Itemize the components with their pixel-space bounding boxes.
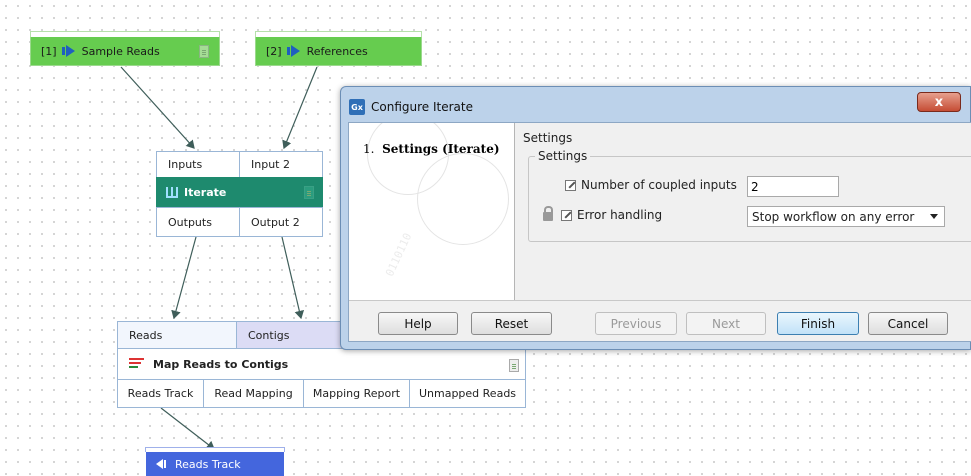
- node-tab-strip: [255, 31, 422, 37]
- wizard-steps-pane: 0110110 1. Settings (Iterate): [349, 123, 515, 300]
- input-arrow-icon: [286, 45, 301, 57]
- dialog-button-row: Help Reset Previous Next Finish Cancel: [349, 300, 971, 344]
- map-reads-input-reads[interactable]: Reads: [117, 321, 237, 349]
- map-reads-node-header[interactable]: Map Reads to Contigs: [117, 348, 526, 380]
- port-label: Reads: [129, 328, 163, 342]
- output-arrow-icon: [156, 459, 170, 469]
- references-input-node[interactable]: [2] References: [255, 31, 422, 66]
- error-handling-label: Error handling: [577, 208, 663, 222]
- error-handling-value: Stop workflow on any error: [752, 209, 915, 224]
- port-label: Output 2: [251, 215, 300, 229]
- map-reads-icon: [129, 358, 147, 370]
- configure-iterate-dialog: Gx Configure Iterate x 0110110 1. Settin…: [340, 86, 971, 350]
- reset-button[interactable]: Reset: [471, 312, 552, 335]
- map-reads-input-contigs[interactable]: Contigs: [236, 321, 346, 349]
- step-number: 1.: [363, 142, 375, 156]
- document-icon: [199, 45, 209, 58]
- node-tab-strip: [145, 447, 285, 452]
- watermark-gear-icon: [417, 153, 509, 245]
- edit-pencil-icon[interactable]: [565, 179, 576, 191]
- help-button[interactable]: Help: [378, 312, 458, 335]
- dialog-body: 0110110 1. Settings (Iterate) Settings S…: [348, 122, 971, 342]
- close-icon: x: [934, 94, 944, 110]
- input-arrow-icon: [61, 45, 76, 57]
- map-reads-output-read-mapping[interactable]: Read Mapping: [203, 379, 304, 408]
- error-handling-row: Error handling: [543, 206, 663, 222]
- port-label: Reads Track: [127, 387, 194, 400]
- iterate-icon: [166, 187, 178, 198]
- previous-button[interactable]: Previous: [595, 312, 677, 335]
- dialog-title-bar[interactable]: Gx Configure Iterate: [349, 99, 473, 115]
- settings-group-title: Settings: [535, 149, 591, 163]
- iterate-input-port-2[interactable]: Input 2: [239, 151, 323, 178]
- iterate-title: Iterate: [184, 186, 227, 199]
- chevron-down-icon: [930, 214, 938, 219]
- iterate-output-port-1[interactable]: Outputs: [156, 207, 240, 237]
- references-index: [2]: [266, 44, 282, 58]
- iterate-node-header[interactable]: Iterate: [156, 177, 323, 208]
- settings-group: Settings Number of coupled inputs Error …: [528, 149, 971, 242]
- port-label: Input 2: [251, 158, 290, 171]
- document-icon: [509, 359, 519, 372]
- map-reads-output-mapping-report[interactable]: Mapping Report: [303, 379, 410, 408]
- coupled-inputs-row: Number of coupled inputs: [565, 178, 737, 192]
- port-label: Mapping Report: [312, 387, 401, 400]
- coupled-inputs-label: Number of coupled inputs: [581, 178, 737, 192]
- settings-pane-title: Settings: [523, 131, 573, 145]
- close-button[interactable]: x: [917, 92, 961, 112]
- map-reads-output-reads-track[interactable]: Reads Track: [117, 379, 204, 408]
- finish-button[interactable]: Finish: [777, 312, 859, 335]
- cancel-button[interactable]: Cancel: [868, 312, 948, 335]
- watermark-digits: 0110110: [383, 230, 415, 279]
- node-tab-strip: [30, 31, 220, 37]
- coupled-inputs-field[interactable]: [747, 176, 839, 197]
- error-handling-select[interactable]: Stop workflow on any error: [747, 206, 945, 227]
- gx-app-icon: Gx: [349, 99, 365, 115]
- iterate-input-port-1[interactable]: Inputs: [156, 151, 240, 178]
- next-button[interactable]: Next: [686, 312, 766, 335]
- lock-icon[interactable]: [543, 206, 553, 221]
- port-label: Read Mapping: [214, 387, 293, 400]
- edit-pencil-icon[interactable]: [561, 209, 572, 221]
- sample-reads-input-node[interactable]: [1] Sample Reads: [30, 31, 220, 66]
- port-label: Unmapped Reads: [418, 387, 517, 400]
- step-label: Settings (Iterate): [382, 142, 500, 156]
- references-label: References: [306, 44, 368, 58]
- reads-track-output-node[interactable]: Reads Track: [145, 447, 285, 476]
- map-reads-title: Map Reads to Contigs: [153, 357, 289, 371]
- map-reads-output-unmapped-reads[interactable]: Unmapped Reads: [409, 379, 526, 408]
- wizard-step-1[interactable]: 1. Settings (Iterate): [363, 142, 500, 156]
- reads-track-label: Reads Track: [175, 457, 241, 471]
- dialog-title: Configure Iterate: [371, 100, 473, 114]
- settings-pane: Settings Settings Number of coupled inpu…: [516, 123, 971, 300]
- port-label: Contigs: [248, 328, 290, 342]
- sample-reads-index: [1]: [41, 44, 57, 58]
- port-label: Inputs: [168, 158, 203, 171]
- document-icon: [304, 186, 314, 199]
- port-label: Outputs: [168, 215, 212, 229]
- sample-reads-label: Sample Reads: [81, 44, 160, 58]
- iterate-output-port-2[interactable]: Output 2: [239, 207, 323, 237]
